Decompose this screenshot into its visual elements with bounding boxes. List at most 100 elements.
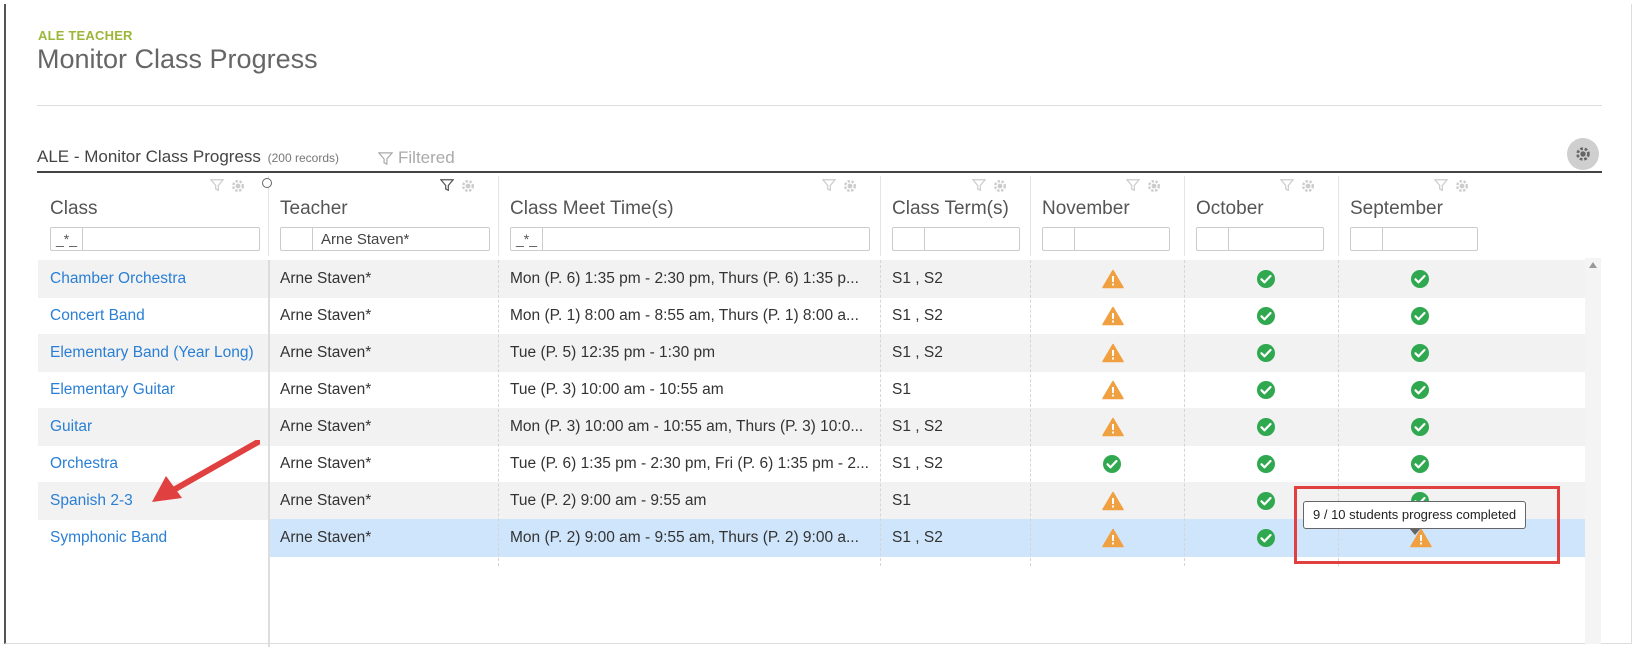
cell-term: S1 bbox=[892, 492, 911, 509]
check-circle-icon[interactable] bbox=[1256, 343, 1276, 363]
column-filter-icon[interactable] bbox=[209, 178, 225, 199]
column-gear-icon[interactable] bbox=[992, 178, 1008, 199]
column-header-teacher[interactable]: Teacher Arne Staven* bbox=[268, 176, 498, 254]
column-gear-icon[interactable] bbox=[1146, 178, 1162, 199]
column-filter-input[interactable] bbox=[1042, 227, 1170, 251]
grid-title-divider bbox=[37, 171, 1602, 173]
column-label: Teacher bbox=[280, 198, 348, 219]
column-divider bbox=[1184, 260, 1185, 566]
column-filter-input[interactable]: Arne Staven* bbox=[280, 227, 490, 251]
cell-term: S1 , S2 bbox=[892, 344, 943, 361]
check-circle-icon[interactable] bbox=[1256, 491, 1276, 511]
column-header-oct[interactable]: October bbox=[1184, 176, 1338, 254]
grid-title-text: ALE - Monitor Class Progress bbox=[37, 147, 261, 166]
warning-triangle-icon[interactable] bbox=[1102, 343, 1124, 363]
warning-triangle-icon[interactable] bbox=[1102, 417, 1124, 437]
cell-meet: Tue (P. 5) 12:35 pm - 1:30 pm bbox=[510, 344, 716, 361]
column-header-sep[interactable]: September bbox=[1338, 176, 1492, 254]
filtered-indicator[interactable]: Filtered bbox=[378, 148, 455, 168]
column-divider bbox=[880, 260, 881, 566]
column-label: Class bbox=[50, 198, 98, 219]
cell-term: S1 , S2 bbox=[892, 529, 943, 546]
header-divider bbox=[37, 105, 1602, 106]
column-gear-icon[interactable] bbox=[842, 178, 858, 199]
vertical-scrollbar[interactable] bbox=[1585, 258, 1601, 644]
column-label: October bbox=[1196, 198, 1264, 219]
filter-operator[interactable] bbox=[281, 228, 313, 250]
check-circle-icon[interactable] bbox=[1256, 306, 1276, 326]
column-gear-icon[interactable] bbox=[460, 178, 476, 199]
cell-term: S1 , S2 bbox=[892, 418, 943, 435]
header-separator bbox=[1338, 176, 1339, 256]
header-separator bbox=[268, 176, 269, 256]
cell-term: S1 bbox=[892, 381, 911, 398]
app-label: ALE TEACHER bbox=[38, 28, 133, 43]
page-title: Monitor Class Progress bbox=[37, 44, 318, 74]
check-circle-icon[interactable] bbox=[1410, 454, 1430, 474]
check-circle-icon[interactable] bbox=[1256, 454, 1276, 474]
filtered-label: Filtered bbox=[398, 148, 455, 167]
cell-meet: Tue (P. 6) 1:35 pm - 2:30 pm, Fri (P. 6)… bbox=[510, 455, 869, 472]
filter-operator[interactable] bbox=[1351, 228, 1383, 250]
filter-operator[interactable]: _*_ bbox=[511, 228, 543, 250]
header-separator bbox=[1030, 176, 1031, 256]
filter-operator[interactable] bbox=[1197, 228, 1229, 250]
check-circle-icon[interactable] bbox=[1256, 528, 1276, 548]
record-count: (200 records) bbox=[267, 151, 340, 165]
cell-term: S1 , S2 bbox=[892, 270, 943, 287]
header-separator bbox=[1184, 176, 1185, 256]
column-divider bbox=[1030, 260, 1031, 566]
column-filter-input[interactable] bbox=[892, 227, 1020, 251]
check-circle-icon[interactable] bbox=[1410, 417, 1430, 437]
cell-teacher: Arne Staven* bbox=[280, 529, 372, 546]
column-gear-icon[interactable] bbox=[230, 178, 246, 199]
column-filter-icon[interactable] bbox=[821, 178, 837, 199]
filter-operator[interactable] bbox=[893, 228, 925, 250]
grid-settings-button[interactable] bbox=[1567, 138, 1599, 170]
cell-meet: Tue (P. 3) 10:00 am - 10:55 am bbox=[510, 381, 724, 398]
column-filter-icon[interactable] bbox=[439, 178, 455, 199]
column-header-term[interactable]: Class Term(s) bbox=[880, 176, 1030, 254]
scroll-up-arrow-icon[interactable] bbox=[1589, 262, 1597, 268]
cell-meet: Mon (P. 2) 9:00 am - 9:55 am, Thurs (P. … bbox=[510, 529, 859, 546]
filter-operator[interactable]: _*_ bbox=[51, 228, 83, 250]
check-circle-icon[interactable] bbox=[1256, 417, 1276, 437]
header-separator bbox=[880, 176, 881, 256]
warning-triangle-icon[interactable] bbox=[1102, 269, 1124, 289]
cell-meet: Mon (P. 1) 8:00 am - 8:55 am, Thurs (P. … bbox=[510, 307, 859, 324]
column-filter-input[interactable] bbox=[1350, 227, 1478, 251]
column-gear-icon[interactable] bbox=[1454, 178, 1470, 199]
cell-teacher: Arne Staven* bbox=[280, 270, 372, 287]
check-circle-icon[interactable] bbox=[1410, 343, 1430, 363]
red-arrow-icon bbox=[152, 440, 260, 502]
warning-triangle-icon[interactable] bbox=[1102, 306, 1124, 326]
column-filter-input[interactable] bbox=[1196, 227, 1324, 251]
column-header-meet[interactable]: Class Meet Time(s) _*_ bbox=[498, 176, 880, 254]
cell-teacher: Arne Staven* bbox=[280, 381, 372, 398]
column-filter-input[interactable]: _*_ bbox=[50, 227, 260, 251]
cell-teacher: Arne Staven* bbox=[280, 455, 372, 472]
column-filter-icon[interactable] bbox=[971, 178, 987, 199]
column-header-nov[interactable]: November bbox=[1030, 176, 1184, 254]
warning-triangle-icon[interactable] bbox=[1102, 528, 1124, 548]
warning-triangle-icon[interactable] bbox=[1102, 380, 1124, 400]
column-label: September bbox=[1350, 198, 1443, 219]
column-resize-handle[interactable] bbox=[262, 178, 272, 188]
check-circle-icon[interactable] bbox=[1410, 269, 1430, 289]
filter-operator[interactable] bbox=[1043, 228, 1075, 250]
grid-title: ALE - Monitor Class Progress (200 record… bbox=[37, 147, 339, 167]
column-header-class[interactable]: Class _*_ bbox=[38, 176, 268, 254]
column-filter-icon[interactable] bbox=[1433, 178, 1449, 199]
column-filter-icon[interactable] bbox=[1125, 178, 1141, 199]
cell-teacher: Arne Staven* bbox=[280, 418, 372, 435]
column-filter-input[interactable]: _*_ bbox=[510, 227, 870, 251]
check-circle-icon[interactable] bbox=[1410, 306, 1430, 326]
cell-teacher: Arne Staven* bbox=[280, 492, 372, 509]
column-filter-icon[interactable] bbox=[1279, 178, 1295, 199]
check-circle-icon[interactable] bbox=[1256, 380, 1276, 400]
check-circle-icon[interactable] bbox=[1256, 269, 1276, 289]
column-gear-icon[interactable] bbox=[1300, 178, 1316, 199]
warning-triangle-icon[interactable] bbox=[1102, 491, 1124, 511]
check-circle-icon[interactable] bbox=[1410, 380, 1430, 400]
check-circle-icon[interactable] bbox=[1102, 454, 1122, 474]
